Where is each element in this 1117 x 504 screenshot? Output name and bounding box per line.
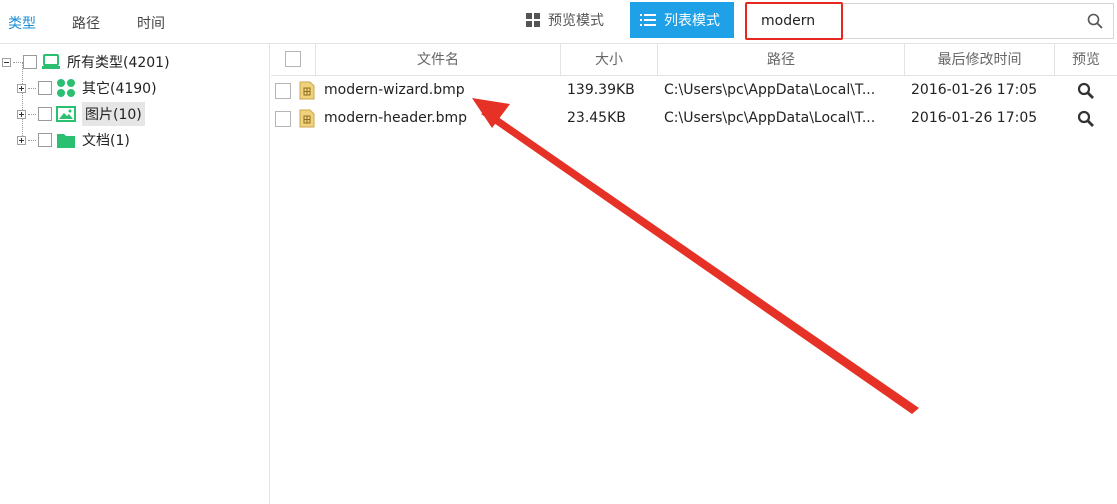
preview-mode-label: 预览模式 (548, 13, 604, 29)
tab-time[interactable]: 时间 (137, 13, 165, 33)
list-icon (640, 13, 656, 27)
file-icon (299, 109, 315, 128)
row-checkbox[interactable] (275, 111, 291, 127)
file-path: C:\Users\pc\AppData\Local\T... (664, 110, 876, 126)
file-size: 23.45KB (567, 110, 626, 126)
list-mode-label: 列表模式 (664, 13, 720, 29)
header-select-all[interactable] (271, 44, 316, 76)
file-icon (299, 81, 315, 100)
preview-mode-button[interactable]: 预览模式 (516, 2, 622, 38)
table-row[interactable]: modern-wizard.bmp 139.39KB C:\Users\pc\A… (271, 77, 1117, 104)
tree-checkbox[interactable] (38, 133, 52, 147)
file-size: 139.39KB (567, 82, 635, 98)
file-modified: 2016-01-26 17:05 (911, 82, 1038, 98)
tree-item-images[interactable]: 图片(10) (17, 102, 145, 126)
column-preview[interactable]: 预览 (1055, 44, 1117, 76)
category-tree: 所有类型(4201) 其它(4190) 图片(10) 文档(1) (0, 44, 270, 504)
search-box (745, 2, 1114, 40)
table-row[interactable]: modern-header.bmp 23.45KB C:\Users\pc\Ap… (271, 105, 1117, 132)
file-name: modern-wizard.bmp (324, 82, 465, 98)
search-input[interactable] (747, 4, 1087, 38)
tree-checkbox[interactable] (23, 55, 37, 69)
magnifier-icon[interactable] (1077, 82, 1095, 100)
tree-item-docs[interactable]: 文档(1) (17, 128, 130, 152)
folder-icon (57, 134, 75, 148)
tree-label: 其它(4190) (82, 81, 157, 97)
grid-icon (526, 13, 540, 27)
row-checkbox[interactable] (275, 83, 291, 99)
column-modified[interactable]: 最后修改时间 (905, 44, 1055, 76)
list-mode-button[interactable]: 列表模式 (630, 2, 734, 38)
tab-type[interactable]: 类型 (8, 13, 36, 33)
file-modified: 2016-01-26 17:05 (911, 110, 1038, 126)
expand-icon[interactable] (17, 109, 26, 119)
tab-path[interactable]: 路径 (72, 13, 100, 33)
column-size[interactable]: 大小 (561, 44, 658, 76)
select-all-checkbox[interactable] (285, 50, 301, 67)
other-icon (57, 79, 75, 97)
tree-checkbox[interactable] (38, 81, 52, 95)
tree-item-all[interactable]: 所有类型(4201) (2, 50, 170, 74)
image-icon (56, 106, 76, 122)
file-name: modern-header.bmp (324, 110, 468, 126)
computer-icon (42, 54, 60, 69)
tree-item-other[interactable]: 其它(4190) (17, 76, 157, 100)
column-name[interactable]: 文件名 (316, 44, 561, 76)
search-icon[interactable] (1087, 13, 1103, 29)
expand-icon[interactable] (17, 83, 26, 93)
magnifier-icon[interactable] (1077, 110, 1095, 128)
tree-checkbox[interactable] (38, 107, 52, 121)
tree-label: 文档(1) (82, 133, 130, 149)
file-path: C:\Users\pc\AppData\Local\T... (664, 82, 876, 98)
tree-label: 所有类型(4201) (67, 55, 170, 71)
collapse-icon[interactable] (2, 57, 11, 67)
column-path[interactable]: 路径 (658, 44, 905, 76)
top-bar: 类型 路径 时间 预览模式 列表模式 (0, 0, 1117, 44)
expand-icon[interactable] (17, 135, 26, 145)
table-header: 文件名 大小 路径 最后修改时间 预览 (271, 44, 1117, 76)
tree-label: 图片(10) (82, 102, 145, 126)
